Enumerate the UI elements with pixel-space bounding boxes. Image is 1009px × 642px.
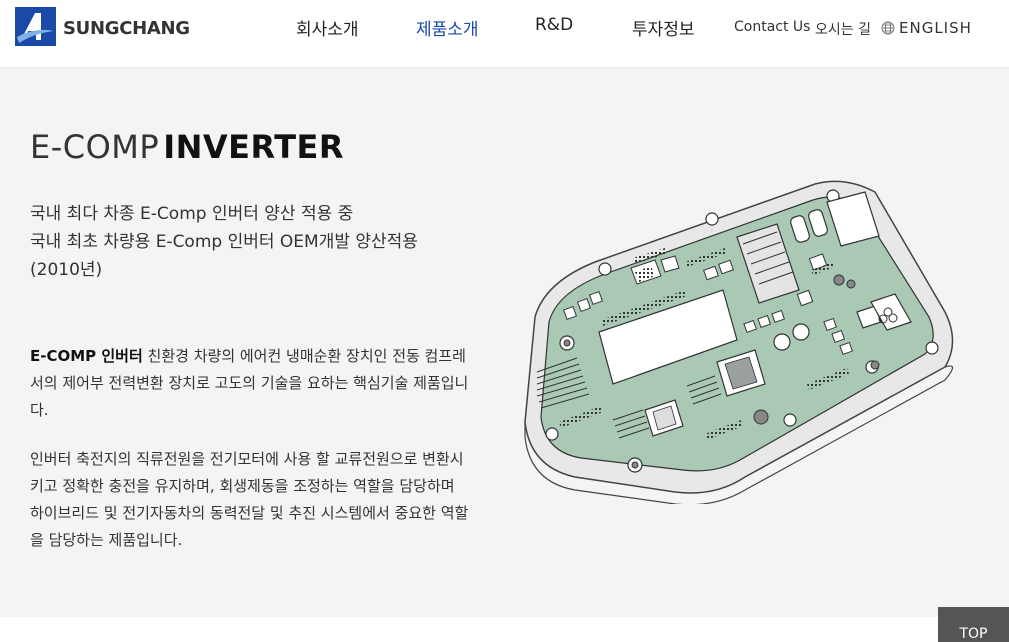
product-title: E-COMP INVERTER — [30, 128, 344, 166]
globe-icon — [881, 21, 895, 35]
product-title-bold: INVERTER — [163, 128, 345, 166]
nav-investment[interactable]: 투자정보 — [632, 15, 695, 40]
nav-rnd[interactable]: R&D — [535, 15, 573, 35]
nav-company[interactable]: 회사소개 — [296, 15, 359, 40]
e-comp-inverter-product-image — [524, 180, 954, 504]
scroll-to-top-button[interactable]: TOP — [938, 607, 1009, 642]
footer-strip — [0, 617, 1009, 642]
nav-products[interactable]: 제품소개 — [416, 15, 479, 40]
language-english-link[interactable]: ENGLISH — [899, 19, 972, 37]
subtitle-line-3: (2010년) — [30, 260, 103, 280]
product-description-1: E-COMP 인버터 친환경 차량의 에어컨 냉매순환 장치인 전동 컴프레서의… — [30, 343, 470, 424]
product-description-2: 인버터 축전지의 직류전원을 전기모터에 사용 할 교류전원으로 변환시키고 정… — [30, 450, 469, 549]
product-subtitle: 국내 최다 차종 E-Comp 인버터 양산 적용 중 국내 최초 차량용 E-… — [30, 200, 480, 284]
contact-us-link[interactable]: Contact Us — [734, 19, 810, 35]
description-1-bold: E-COMP 인버터 — [30, 347, 143, 365]
subtitle-line-2: 국내 최초 차량용 E-Comp 인버터 OEM개발 양산적용 — [30, 232, 418, 252]
site-header: SUNGCHANG 회사소개 제품소개 R&D 투자정보 Contact Us … — [0, 0, 1009, 67]
logo-text: SUNGCHANG — [63, 17, 190, 39]
subtitle-line-1: 국내 최다 차종 E-Comp 인버터 양산 적용 중 — [30, 204, 354, 224]
directions-link[interactable]: 오시는 길 — [815, 19, 871, 39]
sungchang-logo-icon — [15, 7, 56, 46]
product-title-thin: E-COMP — [30, 128, 160, 166]
site-logo[interactable]: SUNGCHANG — [15, 7, 190, 46]
